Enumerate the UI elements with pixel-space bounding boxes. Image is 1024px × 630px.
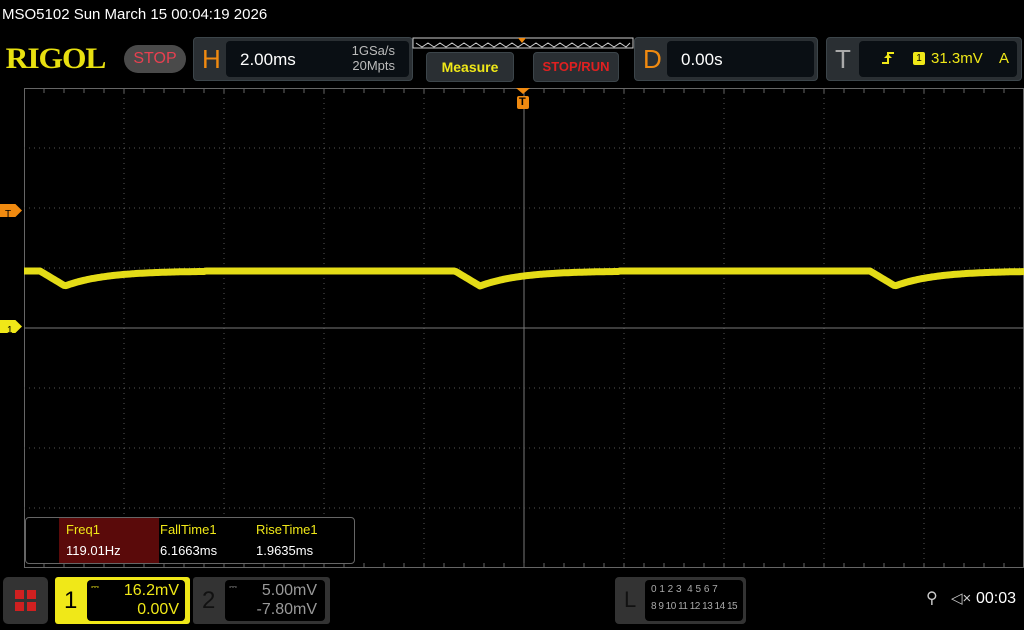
measure-button[interactable]: Measure [426,52,514,82]
horizontal-letter: H [202,44,221,74]
channel2-number: 2 [202,587,216,614]
measurement-label: FallTime1 [160,522,217,537]
waveform-grid [24,88,1024,568]
channel1-panel[interactable]: 1 ⎓ 16.2mV 0.00V [55,577,190,624]
trigger-letter: T [835,44,851,74]
channel1-number: 1 [64,587,78,614]
delay-value: 0.00s [681,50,723,69]
logic-channels-8-15: 8 9 10 11 12 13 14 15 [651,601,738,612]
menu-button[interactable] [3,577,48,624]
memory-overview-bar [412,37,634,49]
rigol-logo: RIGOL [5,42,107,75]
measurement-value: 6.1663ms [160,543,218,558]
trigger-position-marker[interactable]: T [516,88,530,110]
trigger-position-label: T [519,96,526,108]
channel1-offset-marker[interactable]: 1 [0,320,22,333]
grid-menu-icon [15,590,36,611]
horizontal-panel[interactable]: H 2.00ms 1GSa/s 20Mpts [193,37,413,81]
usb-icon: ⚲ [926,590,938,607]
channel1-offset: 0.00V [137,601,179,618]
channel2-offset: -7.80mV [256,601,317,618]
run-state-badge[interactable]: STOP [124,45,186,73]
trigger-mode: A [999,50,1010,67]
memory-depth: 20Mpts [352,58,395,73]
delay-panel[interactable]: D 0.00s [634,37,818,81]
channel1-marker-label: 1 [7,325,13,336]
measurement-risetime[interactable]: RiseTime1 1.9635ms [256,518,351,563]
logic-channels-0-7: 0 1 2 3 4 5 6 7 [651,584,718,595]
channel2-scale: 5.00mV [261,582,317,599]
delay-letter: D [643,44,662,74]
speaker-muted-icon[interactable]: ◁× [951,589,971,607]
stop-run-button[interactable]: STOP/RUN [533,52,619,82]
measurement-panel: Freq1 119.01Hz FallTime1 6.1663ms RiseTime… [25,517,355,564]
measurement-freq[interactable]: Freq1 119.01Hz [59,518,159,563]
measurement-value: 1.9635ms [256,543,314,558]
channel2-panel[interactable]: 2 ⎓ 5.00mV -7.80mV [193,577,330,624]
measurement-falltime[interactable]: FallTime1 6.1663ms [160,518,255,563]
sample-rate: 1GSa/s [351,43,395,58]
logic-letter: L [624,587,637,612]
trigger-level-marker[interactable]: T [0,204,22,217]
trigger-source: 1 [913,52,925,65]
channel1-scale: 16.2mV [123,582,179,599]
dc-coupling-icon: ⎓ [229,582,237,593]
title-bar: MSO5102 Sun March 15 00:04:19 2026 [2,6,268,23]
timebase: 2.00ms [240,50,296,69]
trigger-level: 31.3mV [931,50,983,67]
measurement-label: RiseTime1 [256,522,318,537]
measurement-value: 119.01Hz [66,543,121,558]
dc-coupling-icon: ⎓ [91,582,99,593]
trigger-level-marker-label: T [5,209,12,220]
rising-edge-icon [882,52,894,64]
measurement-label: Freq1 [66,522,100,537]
clock: 00:03 [976,590,1017,607]
trigger-panel[interactable]: T 1 31.3mV A [826,37,1022,81]
logic-panel[interactable]: L 0 1 2 3 4 5 6 7 8 9 10 11 12 13 14 15 [615,577,746,624]
